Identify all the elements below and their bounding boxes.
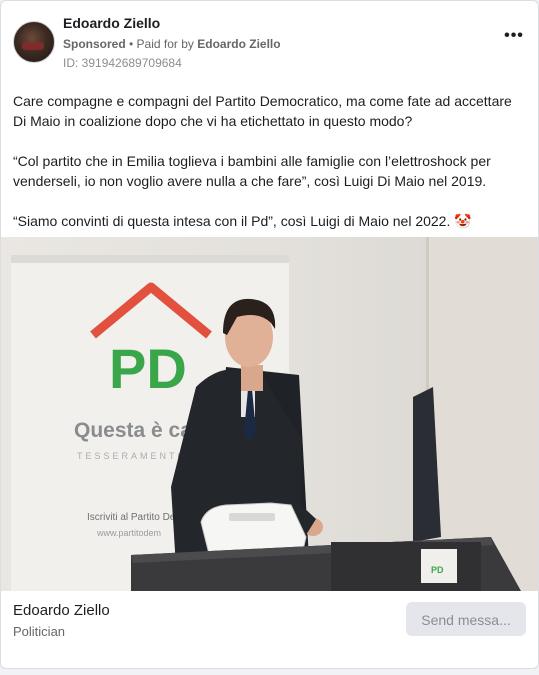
post-paragraph-2: “Col partito che in Emilia toglieva i ba… bbox=[13, 153, 491, 189]
post-body: Care compagne e compagni del Partito Dem… bbox=[13, 91, 525, 251]
ad-id: ID: 391942689709684 bbox=[63, 56, 182, 70]
banner-small-text: Iscriviti al Partito Dem bbox=[87, 512, 184, 523]
post-header: Edoardo Ziello Sponsored • Paid for by E… bbox=[13, 15, 526, 71]
sponsored-line: Sponsored • Paid for by Edoardo Ziello bbox=[63, 35, 281, 53]
post-meta: Edoardo Ziello Sponsored • Paid for by E… bbox=[63, 15, 281, 71]
post-paragraph-3: “Siamo convinti di questa intesa con il … bbox=[13, 213, 472, 229]
logo-letters: PD bbox=[109, 337, 187, 400]
post-photo[interactable]: PD Questa è casa TESSERAMENTO Iscriviti … bbox=[1, 237, 538, 591]
desk-logo: PD bbox=[431, 565, 444, 575]
sponsored-label: Sponsored bbox=[63, 37, 126, 51]
post-paragraph-1: Care compagne e compagni del Partito Dem… bbox=[13, 93, 512, 129]
post-footer: Edoardo Ziello Politician Send messa... bbox=[13, 601, 526, 651]
photo-illustration: PD Questa è casa TESSERAMENTO Iscriviti … bbox=[11, 237, 538, 591]
more-options-icon[interactable]: ••• bbox=[502, 28, 526, 47]
profile-avatar[interactable] bbox=[13, 21, 55, 63]
separator-dot: • bbox=[125, 37, 137, 51]
author-name[interactable]: Edoardo Ziello bbox=[63, 15, 281, 32]
ad-card: Edoardo Ziello Sponsored • Paid for by E… bbox=[0, 0, 539, 669]
paid-for-prefix: Paid for by bbox=[136, 37, 198, 51]
banner-subtitle: TESSERAMENTO bbox=[77, 451, 187, 461]
banner-url: www.partitodem bbox=[96, 528, 161, 538]
paid-for-name: Edoardo Ziello bbox=[197, 37, 281, 51]
send-message-button[interactable]: Send messa... bbox=[406, 602, 526, 636]
